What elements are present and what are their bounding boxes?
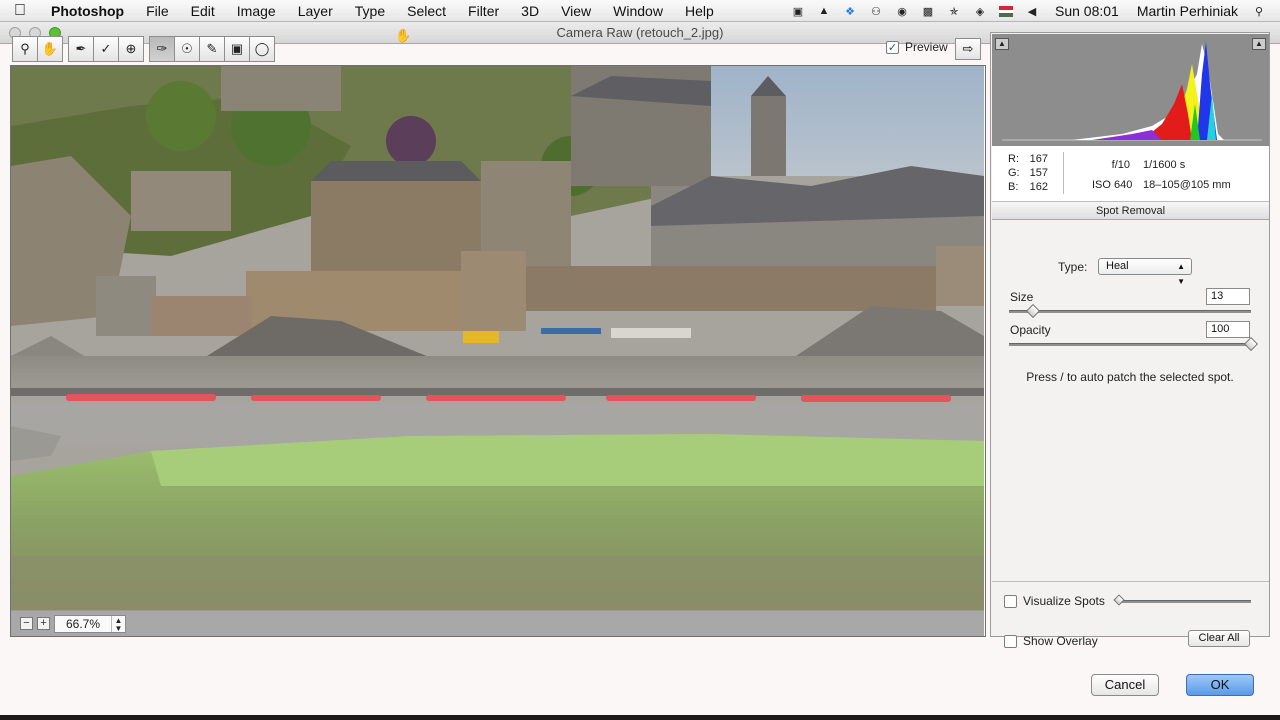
drive-icon[interactable]: ▲ <box>817 4 831 18</box>
ok-button[interactable]: OK <box>1186 674 1254 696</box>
visualize-spots-label: Visualize Spots <box>1023 594 1105 608</box>
info-readout: R: 167 G: 157 B: 162 f/10 1/1600 s ISO 640 18… <box>992 146 1269 202</box>
volume-icon[interactable]: ◀ <box>1025 4 1039 18</box>
rgb-readout: R: 167 G: 157 B: 162 <box>1008 152 1048 194</box>
status-menu-area: ▣ ▲ ❖ ⚇ ◉ ▩ ✯ ◈ ◀ Sun 08:01 Martin Perhi… <box>785 0 1280 22</box>
photo-mont-saint-michel <box>11 66 984 610</box>
color-sampler-tool-icon[interactable]: ✓ <box>93 36 119 62</box>
fullscreen-toggle-icon[interactable]: ⇨ <box>955 38 981 60</box>
b-value: 162 <box>1029 181 1048 193</box>
menu-view[interactable]: View <box>550 3 602 19</box>
display-icon[interactable]: ▩ <box>921 4 935 18</box>
spot-removal-tool-icon[interactable]: ✑ <box>149 36 175 62</box>
size-field[interactable]: 13 <box>1206 288 1250 305</box>
camera-icon[interactable]: ▣ <box>791 4 805 18</box>
aperture-value: f/10 <box>1111 159 1130 171</box>
panel-separator <box>992 581 1269 582</box>
tool-strip: ⚲ ✋ ✒ ✓ ⊕ ✑ ☉ ✎ ▣ ◯ <box>12 36 275 62</box>
menu-layer[interactable]: Layer <box>287 3 344 19</box>
adjustment-brush-tool-icon[interactable]: ✎ <box>199 36 225 62</box>
opacity-label: Opacity <box>1010 323 1051 337</box>
flag-icon[interactable] <box>999 4 1013 18</box>
menu-help[interactable]: Help <box>674 3 725 19</box>
opacity-field[interactable]: 100 <box>1206 321 1250 338</box>
g-value: 157 <box>1029 167 1048 179</box>
radial-filter-tool-icon[interactable]: ◯ <box>249 36 275 62</box>
image-canvas[interactable] <box>11 66 984 610</box>
opacity-slider-thumb[interactable] <box>1243 336 1259 352</box>
visualize-spots-slider[interactable] <box>1119 600 1251 603</box>
menu-3d[interactable]: 3D <box>510 3 550 19</box>
window-title: Camera Raw (retouch_2.jpg) <box>556 25 724 40</box>
hand-tool-icon[interactable]: ✋ <box>37 36 63 62</box>
wifi-icon[interactable]: ◈ <box>973 4 987 18</box>
type-label: Type: <box>1058 260 1088 274</box>
zoom-tool-icon[interactable]: ⚲ <box>12 36 38 62</box>
select-arrows-icon: ▲ ▼ <box>1177 262 1185 286</box>
bluetooth-icon[interactable]: ✯ <box>947 4 961 18</box>
dropbox-icon[interactable]: ❖ <box>843 4 857 18</box>
opacity-slider[interactable] <box>1009 343 1251 346</box>
r-label: R: <box>1008 153 1019 165</box>
type-select-value: Heal <box>1106 260 1129 272</box>
type-select[interactable]: Heal ▲ ▼ <box>1098 258 1192 286</box>
creative-cloud-icon[interactable]: ◉ <box>895 4 909 18</box>
show-overlay-checkbox[interactable]: Show Overlay <box>1004 634 1098 648</box>
hand-cursor-icon: ✋ <box>395 28 412 43</box>
info-separator <box>1063 152 1064 194</box>
size-slider-thumb[interactable] <box>1026 303 1041 319</box>
menu-file[interactable]: File <box>135 3 180 19</box>
menu-bar:  Photoshop File Edit Image Layer Type S… <box>0 0 1280 22</box>
preview-check-icon[interactable]: ✓ <box>886 40 899 54</box>
visualize-spots-check-icon[interactable] <box>1004 594 1017 608</box>
camera-settings: f/10 1/1600 s ISO 640 18–105@105 mm <box>1092 155 1231 195</box>
menu-clock[interactable]: Sun 08:01 <box>1045 3 1129 19</box>
histogram: ▲ ▲ <box>992 34 1269 146</box>
lens-value: 18–105@105 mm <box>1143 179 1231 191</box>
zoom-level-select[interactable]: 66.7% ▲ ▼ <box>54 615 126 633</box>
zoom-level-value: 66.7% <box>66 617 101 631</box>
clear-all-button[interactable]: Clear All <box>1188 630 1250 647</box>
iso-value: ISO 640 <box>1092 179 1133 191</box>
zoom-in-button[interactable]: + <box>37 617 50 630</box>
spot-removal-header: Spot Removal <box>992 202 1269 220</box>
bottom-edge <box>0 715 1280 720</box>
show-overlay-label: Show Overlay <box>1023 634 1098 648</box>
targeted-adjustment-tool-icon[interactable]: ⊕ <box>118 36 144 62</box>
menu-window[interactable]: Window <box>602 3 674 19</box>
visualize-spots-checkbox[interactable]: Visualize Spots <box>1004 594 1105 608</box>
red-eye-tool-icon[interactable]: ☉ <box>174 36 200 62</box>
preview-label: Preview <box>905 40 948 54</box>
menu-select[interactable]: Select <box>396 3 457 19</box>
menu-user[interactable]: Martin Perhiniak <box>1129 3 1246 19</box>
graduated-filter-tool-icon[interactable]: ▣ <box>224 36 250 62</box>
menu-image[interactable]: Image <box>226 3 287 19</box>
white-balance-tool-icon[interactable]: ✒ <box>68 36 94 62</box>
canvas-status-bar: − + 66.7% ▲ ▼ <box>11 610 984 636</box>
g-label: G: <box>1008 167 1020 179</box>
menu-type[interactable]: Type <box>344 3 396 19</box>
apple-menu-icon[interactable]:  <box>0 2 40 20</box>
size-label: Size <box>1010 290 1034 304</box>
screen:  Photoshop File Edit Image Layer Type S… <box>0 0 1280 720</box>
evernote-icon[interactable]: ⚇ <box>869 4 883 18</box>
preview-checkbox[interactable]: ✓ Preview <box>886 40 948 54</box>
spotlight-icon[interactable]: ⚲ <box>1252 4 1266 18</box>
shutter-value: 1/1600 s <box>1143 159 1186 171</box>
zoom-stepper-icon[interactable]: ▲ ▼ <box>111 616 125 633</box>
b-label: B: <box>1008 181 1019 193</box>
histogram-graph <box>1002 42 1262 141</box>
visualize-spots-slider-thumb[interactable] <box>1113 594 1125 606</box>
size-slider[interactable] <box>1009 310 1251 313</box>
cancel-button[interactable]: Cancel <box>1091 674 1159 696</box>
auto-patch-hint: Press / to auto patch the selected spot. <box>1026 370 1234 384</box>
menu-app-photoshop[interactable]: Photoshop <box>40 3 135 19</box>
right-panel: ▲ ▲ R: 167 G: 157 B: 162 f/10 1/1600 s I… <box>990 32 1270 648</box>
menu-edit[interactable]: Edit <box>180 3 226 19</box>
show-overlay-check-icon[interactable] <box>1004 634 1017 648</box>
r-value: 167 <box>1029 153 1048 165</box>
zoom-out-button[interactable]: − <box>20 617 33 630</box>
menu-filter[interactable]: Filter <box>457 3 510 19</box>
